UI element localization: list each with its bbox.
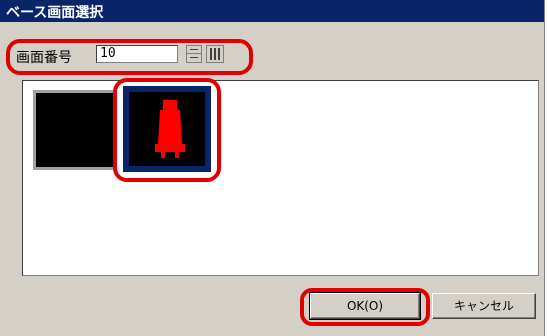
red-shape-icon	[155, 100, 185, 158]
screen-number-label: 画面番号	[16, 50, 72, 66]
spin-down-icon[interactable]	[187, 54, 201, 62]
screen-number-spinner[interactable]	[186, 45, 202, 63]
keypad-icon	[210, 48, 220, 60]
cancel-button[interactable]: キャンセル	[432, 293, 536, 319]
title-bar: ベース画面選択	[0, 0, 544, 22]
ok-button[interactable]: OK(O)	[309, 292, 421, 320]
screen-thumbnail-2[interactable]	[123, 86, 211, 172]
keypad-button[interactable]	[206, 45, 224, 63]
screen-number-input[interactable]: 10	[96, 45, 178, 63]
spin-up-icon[interactable]	[187, 46, 201, 54]
screen-number-row: 画面番号 10	[0, 40, 250, 70]
dialog-title: ベース画面選択	[6, 5, 104, 21]
screen-thumbnail-list[interactable]	[22, 80, 539, 276]
base-screen-select-dialog: ベース画面選択 画面番号 10 OK(O) キャンセル	[0, 0, 545, 336]
screen-thumbnail-1[interactable]	[33, 90, 117, 170]
